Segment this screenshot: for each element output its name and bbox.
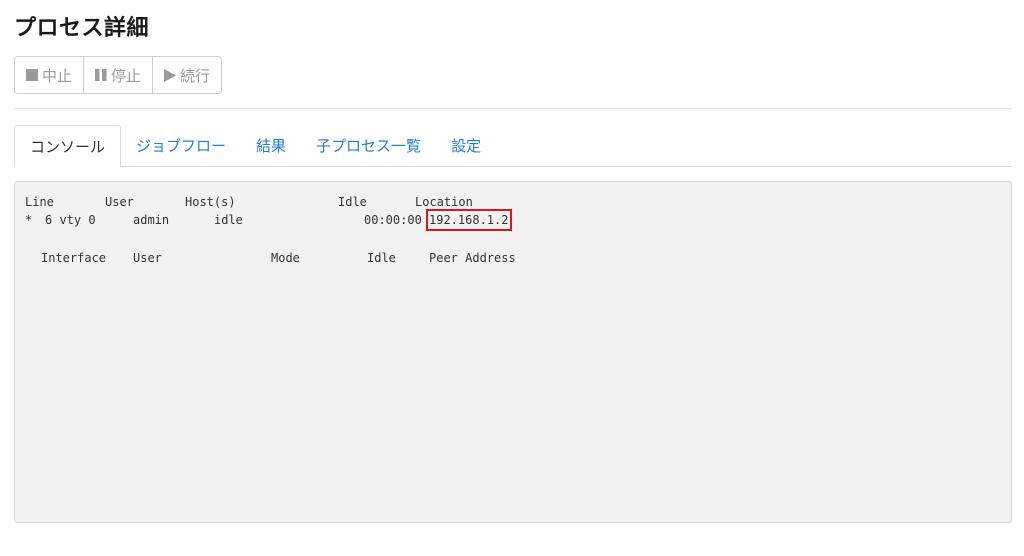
col-hosts-header: Host(s) xyxy=(185,195,236,209)
tab-bar: コンソール ジョブフロー 結果 子プロセス一覧 設定 xyxy=(14,125,1012,167)
process-control-toolbar: 中止 停止 続行 xyxy=(14,56,223,94)
abort-button-label: 中止 xyxy=(42,66,73,85)
session-hosts: idle xyxy=(214,213,243,227)
play-icon xyxy=(164,68,177,82)
resume-button-label: 続行 xyxy=(180,66,211,85)
col-line-header: Line xyxy=(25,195,54,209)
console-session-row: * 6 vty 0 admin idle 00:00:00 192.168.1.… xyxy=(15,212,508,228)
console-interface-header: Interface User Mode Idle Peer Address xyxy=(15,250,516,266)
tab-console[interactable]: コンソール xyxy=(14,125,122,167)
tab-results[interactable]: 結果 xyxy=(241,125,301,166)
col-location-header: Location xyxy=(415,195,473,209)
console-header-line: Line User Host(s) Idle Location xyxy=(15,194,473,210)
tab-settings[interactable]: 設定 xyxy=(436,125,496,166)
session-idle: 00:00:00 xyxy=(364,213,422,227)
pause-button[interactable]: 停止 xyxy=(84,57,154,93)
col-idle2-header: Idle xyxy=(367,251,396,265)
abort-button[interactable]: 中止 xyxy=(15,57,85,93)
location-highlight-box xyxy=(426,209,512,231)
console-output[interactable]: Line User Host(s) Idle Location * 6 vty … xyxy=(14,181,1012,523)
active-marker: * xyxy=(25,213,33,227)
pause-icon xyxy=(95,69,107,81)
session-line: 6 vty 0 xyxy=(45,213,96,227)
pause-button-label: 停止 xyxy=(111,66,142,85)
section-divider xyxy=(14,108,1012,109)
stop-icon xyxy=(26,69,38,81)
tab-job-flow[interactable]: ジョブフロー xyxy=(121,125,241,166)
col-idle-header: Idle xyxy=(338,195,367,209)
session-user: admin xyxy=(133,213,170,227)
col-interface-header: Interface xyxy=(41,251,107,265)
tab-child-processes[interactable]: 子プロセス一覧 xyxy=(301,125,436,166)
col-peer-address-header: Peer Address xyxy=(429,251,516,265)
col-user-header: User xyxy=(105,195,134,209)
col-mode-header: Mode xyxy=(271,251,300,265)
resume-button[interactable]: 続行 xyxy=(153,57,222,93)
page-title: プロセス詳細 xyxy=(14,16,150,41)
col-user2-header: User xyxy=(133,251,162,265)
